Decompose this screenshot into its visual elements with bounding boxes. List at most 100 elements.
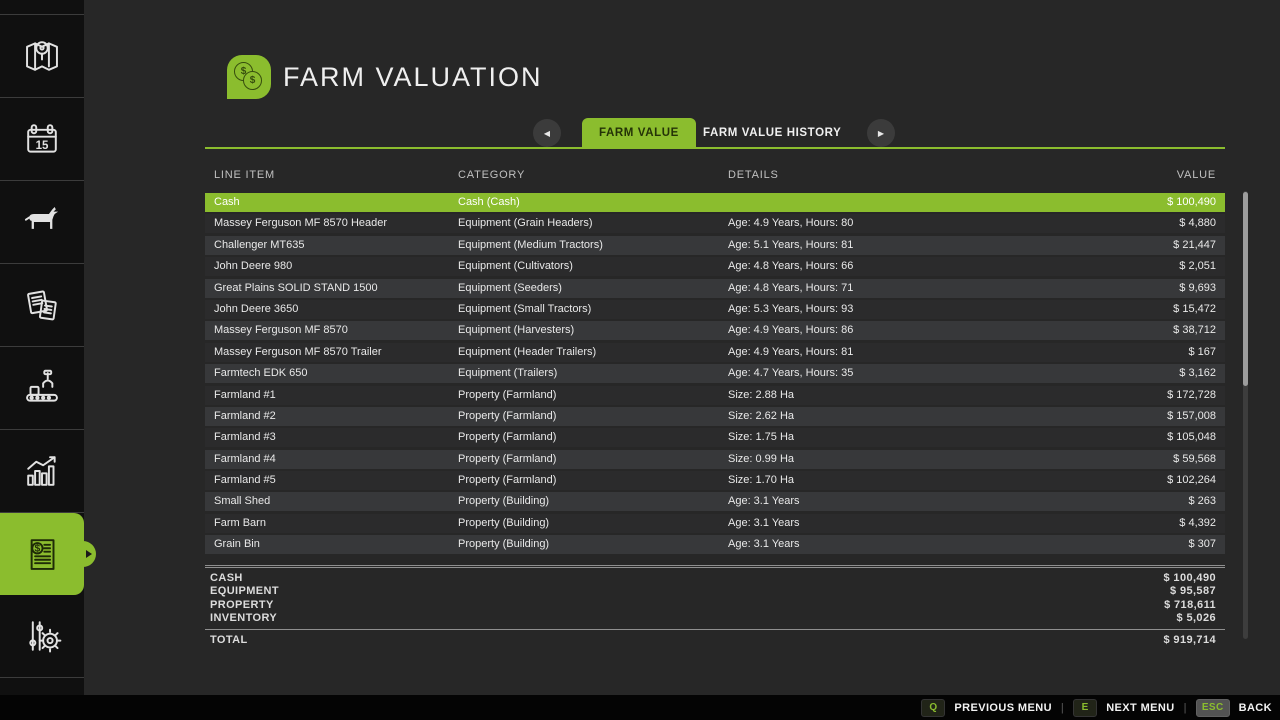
category-cell: Equipment (Medium Tractors)	[458, 236, 728, 255]
value-cell: $ 307	[1095, 535, 1225, 554]
summary-row: CASH $ 100,490	[205, 572, 1225, 585]
summary-row: PROPERTY$ 718,611	[205, 599, 1225, 612]
value-cell: $ 38,712	[1095, 321, 1225, 340]
details-cell: Size: 2.62 Ha	[728, 407, 1095, 426]
sidebar-item-animals[interactable]	[0, 181, 84, 264]
value-cell: $ 167	[1095, 343, 1225, 362]
details-cell: Age: 5.3 Years, Hours: 93	[728, 300, 1095, 319]
category-cell: Equipment (Harvesters)	[458, 321, 728, 340]
sidebar-item-settings[interactable]	[0, 595, 84, 678]
map-icon	[19, 33, 65, 79]
line-item-cell: Massey Ferguson MF 8570 Trailer	[205, 343, 458, 362]
settings-icon	[19, 613, 65, 659]
line-item-cell: Small Shed	[205, 492, 458, 511]
sidebar-item-calendar[interactable]: 15	[0, 98, 84, 181]
value-cell: $ 105,048	[1095, 428, 1225, 447]
table-row[interactable]: Farm BarnProperty (Building)Age: 3.1 Yea…	[205, 514, 1225, 533]
table-column-headers: LINE ITEM CATEGORY DETAILS VALUE	[205, 169, 1225, 181]
coin-icon: $	[243, 71, 262, 90]
valuation-table: CashCash (Cash)$ 100,490 Massey Ferguson …	[205, 193, 1225, 554]
sidebar-item-finances[interactable]: $	[0, 513, 84, 595]
details-cell: Age: 3.1 Years	[728, 514, 1095, 533]
details-cell: Age: 4.8 Years, Hours: 66	[728, 257, 1095, 276]
table-row[interactable]: Small ShedProperty (Building)Age: 3.1 Ye…	[205, 492, 1225, 511]
summary-value: $ 100,490	[1163, 572, 1225, 585]
tabs-prev-button[interactable]: ◀	[533, 119, 561, 147]
table-row[interactable]: John Deere 980Equipment (Cultivators)Age…	[205, 257, 1225, 276]
footer-keybar: Q PREVIOUS MENU | E NEXT MENU | ESC BACK	[0, 695, 1280, 720]
key-q[interactable]: Q	[921, 699, 945, 717]
tabs-next-button[interactable]: ▶	[867, 119, 895, 147]
table-row[interactable]: Grain BinProperty (Building)Age: 3.1 Yea…	[205, 535, 1225, 554]
table-row[interactable]: Farmland #3Property (Farmland)Size: 1.75…	[205, 428, 1225, 447]
table-row[interactable]: CashCash (Cash)$ 100,490	[205, 193, 1225, 212]
table-row[interactable]: Great Plains SOLID STAND 1500Equipment (…	[205, 279, 1225, 298]
table-row[interactable]: Farmland #1Property (Farmland)Size: 2.88…	[205, 386, 1225, 405]
line-item-cell: John Deere 980	[205, 257, 458, 276]
value-cell: $ 2,051	[1095, 257, 1225, 276]
line-item-cell: Grain Bin	[205, 535, 458, 554]
table-scrollbar-thumb[interactable]	[1243, 192, 1248, 386]
details-cell: Size: 2.88 Ha	[728, 386, 1095, 405]
line-item-cell: John Deere 3650	[205, 300, 458, 319]
details-cell: Age: 4.9 Years, Hours: 86	[728, 321, 1095, 340]
category-cell: Equipment (Trailers)	[458, 364, 728, 383]
summary-label: CASH	[205, 572, 243, 585]
farm-valuation-screen: 15	[0, 0, 1280, 720]
sidebar-item-map[interactable]	[0, 15, 84, 98]
table-row[interactable]: Massey Ferguson MF 8570Equipment (Harves…	[205, 321, 1225, 340]
summary-row: EQUIPMENT$ 95,587	[205, 585, 1225, 598]
details-cell: Age: 3.1 Years	[728, 535, 1095, 554]
table-row[interactable]: Farmtech EDK 650Equipment (Trailers)Age:…	[205, 364, 1225, 383]
column-header-details: DETAILS	[728, 169, 1095, 181]
finance-dollar: $	[35, 544, 41, 555]
summary-value: $ 5,026	[1176, 612, 1225, 625]
tab-farm-value-history[interactable]: FARM VALUE HISTORY	[686, 118, 858, 149]
line-item-cell: Massey Ferguson MF 8570	[205, 321, 458, 340]
value-cell: $ 157,008	[1095, 407, 1225, 426]
calendar-icon: 15	[19, 116, 65, 162]
calendar-day: 15	[36, 140, 49, 152]
value-cell: $ 4,392	[1095, 514, 1225, 533]
table-row[interactable]: Farmland #4Property (Farmland)Size: 0.99…	[205, 450, 1225, 469]
tab-farm-value[interactable]: FARM VALUE	[582, 118, 696, 149]
finances-icon: $	[19, 531, 65, 577]
summary-total-row: TOTAL $ 919,714	[205, 629, 1225, 649]
summary-rows: CASH $ 100,490EQUIPMENT$ 95,587PROPERTY$ …	[205, 572, 1225, 626]
table-row[interactable]: Farmland #2Property (Farmland)Size: 2.62…	[205, 407, 1225, 426]
sidebar-item-contracts[interactable]	[0, 264, 84, 347]
line-item-cell: Farmland #4	[205, 450, 458, 469]
line-item-cell: Great Plains SOLID STAND 1500	[205, 279, 458, 298]
active-item-bump	[70, 541, 96, 567]
details-cell: Age: 4.8 Years, Hours: 71	[728, 279, 1095, 298]
category-cell: Equipment (Cultivators)	[458, 257, 728, 276]
value-cell: $ 59,568	[1095, 450, 1225, 469]
category-cell: Property (Farmland)	[458, 450, 728, 469]
key-esc[interactable]: ESC	[1196, 699, 1230, 717]
line-item-cell: Challenger MT635	[205, 236, 458, 255]
right-arrow-icon: ▶	[878, 129, 884, 138]
table-row[interactable]: Challenger MT635Equipment (Medium Tracto…	[205, 236, 1225, 255]
summary-value: $ 718,611	[1164, 599, 1225, 612]
summary-row: INVENTORY$ 5,026	[205, 612, 1225, 625]
page-title: FARM VALUATION	[283, 62, 543, 93]
table-row[interactable]: Farmland #5Property (Farmland)Size: 1.70…	[205, 471, 1225, 490]
key-e[interactable]: E	[1073, 699, 1097, 717]
table-row[interactable]: Massey Ferguson MF 8570 TrailerEquipment…	[205, 343, 1225, 362]
table-row[interactable]: John Deere 3650Equipment (Small Tractors…	[205, 300, 1225, 319]
hint-separator: |	[1184, 702, 1187, 714]
line-item-cell: Farmland #3	[205, 428, 458, 447]
value-cell: $ 263	[1095, 492, 1225, 511]
details-cell: Age: 4.9 Years, Hours: 81	[728, 343, 1095, 362]
table-row[interactable]: Massey Ferguson MF 8570 HeaderEquipment …	[205, 214, 1225, 233]
category-cell: Property (Building)	[458, 535, 728, 554]
sidebar-item-statistics[interactable]	[0, 430, 84, 513]
line-item-cell: Massey Ferguson MF 8570 Header	[205, 214, 458, 233]
details-cell: Age: 4.9 Years, Hours: 80	[728, 214, 1095, 233]
category-cell: Property (Farmland)	[458, 386, 728, 405]
sidebar-item-production[interactable]	[0, 347, 84, 430]
table-scrollbar-track[interactable]	[1243, 191, 1248, 639]
column-header-category: CATEGORY	[458, 169, 728, 181]
previous-menu-label: PREVIOUS MENU	[954, 702, 1052, 714]
value-cell: $ 3,162	[1095, 364, 1225, 383]
